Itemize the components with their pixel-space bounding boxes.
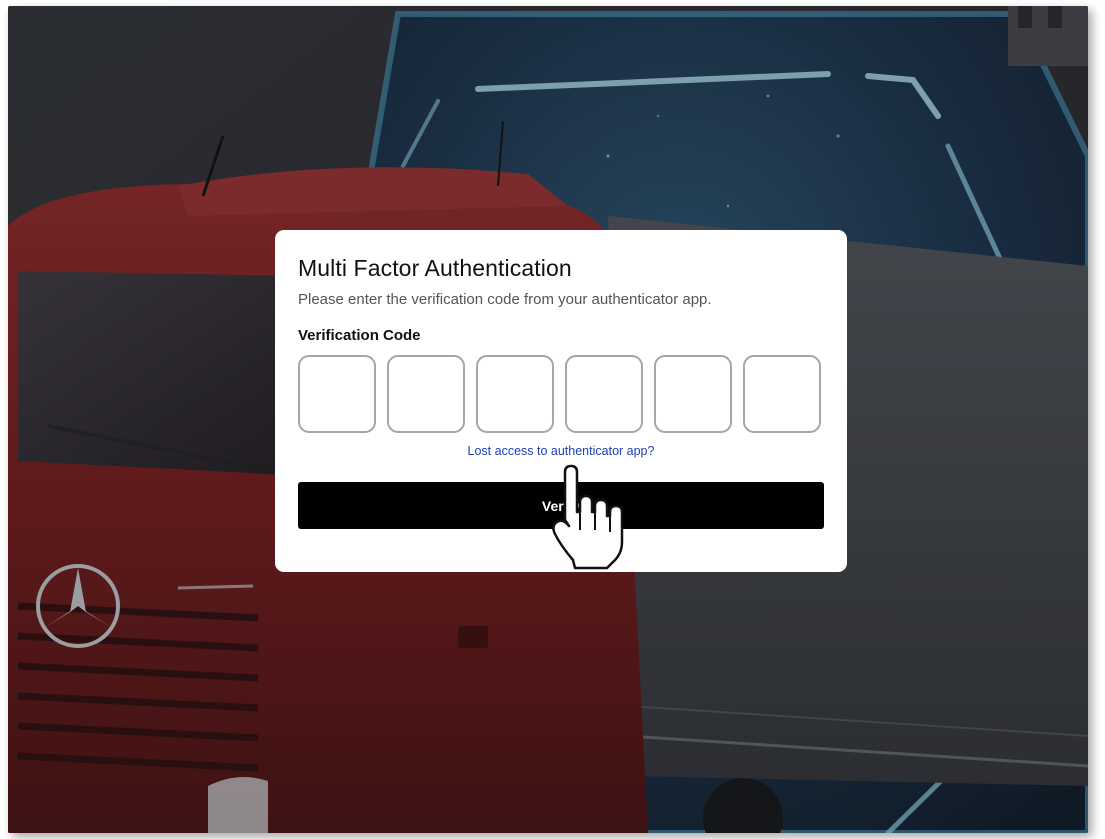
lost-access-link[interactable]: Lost access to authenticator app? xyxy=(298,443,824,459)
app-window: Multi Factor Authentication Please enter… xyxy=(8,6,1088,833)
dialog-title: Multi Factor Authentication xyxy=(298,255,572,281)
code-digit-4[interactable] xyxy=(565,355,643,433)
code-digit-3[interactable] xyxy=(476,355,554,433)
verification-code-inputs xyxy=(298,355,824,433)
code-digit-5[interactable] xyxy=(654,355,732,433)
code-digit-1[interactable] xyxy=(298,355,376,433)
hand-pointer-icon xyxy=(552,464,624,570)
dialog-subtitle: Please enter the verification code from … xyxy=(298,291,712,308)
code-digit-2[interactable] xyxy=(387,355,465,433)
verification-code-label: Verification Code xyxy=(298,327,421,344)
code-digit-6[interactable] xyxy=(743,355,821,433)
